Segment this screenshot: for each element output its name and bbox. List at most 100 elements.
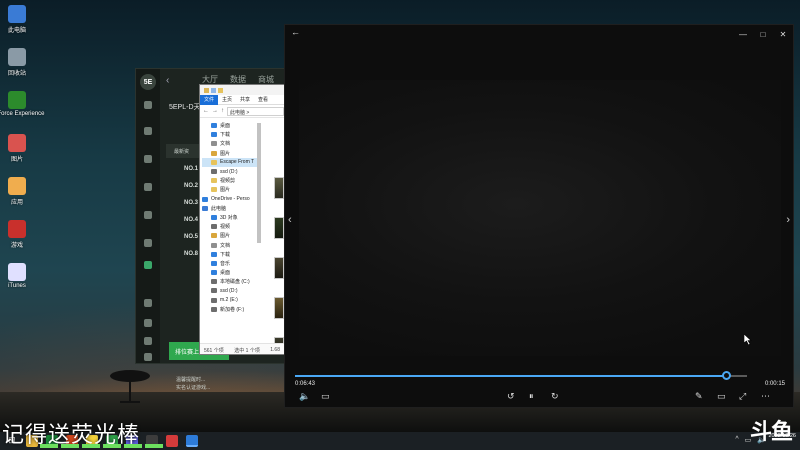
nav-item[interactable]: 视频剪 [202,176,260,185]
maximize-icon[interactable]: □ [753,25,773,43]
file-thumbnail[interactable] [274,217,284,239]
sidebar-home-icon[interactable] [144,101,152,109]
previous-arrow-icon[interactable]: ‹ [288,214,292,226]
folder-icon [211,251,217,257]
video-surface[interactable] [299,80,781,356]
nav-item-label: 3D 对象 [220,214,238,221]
file-thumbnail[interactable] [274,177,284,199]
seek-bar-handle[interactable] [721,371,731,380]
nav-item-label: 桌面 [220,270,231,277]
back-arrow-icon[interactable]: ← [291,27,300,37]
sidebar-wifi-icon[interactable] [144,239,152,247]
desktop-icon[interactable]: GeForce Experience [0,88,45,130]
sidebar-search-icon[interactable] [144,299,152,307]
close-icon[interactable]: ✕ [773,25,793,43]
minimize-icon[interactable]: — [733,25,753,43]
pause-icon[interactable]: ⏸ [529,391,534,402]
nav-item[interactable]: 文档 [202,240,260,249]
desktop-icon[interactable]: 游戏 [2,217,32,259]
sidebar-team-icon[interactable] [144,261,152,269]
fullscreen-icon[interactable]: ⤢ [739,391,746,402]
nav-item-label: Escape From T [220,159,255,166]
sidebar-chart-icon[interactable] [144,155,152,163]
up-arrow-icon[interactable]: ↑ [221,108,224,114]
next-arrow-icon[interactable]: › [786,214,790,226]
nav-item[interactable]: 桌面 [202,268,260,277]
ribbon-tab-view[interactable]: 查看 [254,95,272,105]
nav-item[interactable]: 此电脑 [202,204,260,213]
new-folder-icon[interactable] [218,87,223,93]
tray-chevron-icon[interactable]: ^ [735,436,738,444]
ribbon-tab-share[interactable]: 共享 [236,95,254,105]
seek-bar[interactable] [295,371,747,380]
player-titlebar: ← — □ ✕ [285,25,793,43]
nav-scrollbar[interactable] [257,123,261,243]
nav-item[interactable]: 音乐 [202,259,260,268]
sidebar-cube-icon[interactable] [144,127,152,135]
nav-item-label: 音乐 [220,260,231,267]
volume-icon[interactable]: 🔈 [299,391,310,402]
sidebar-rocket-icon[interactable] [144,211,152,219]
desktop-icon[interactable]: 回收站 [2,45,32,87]
folder-icon [211,288,217,294]
folder-icon [211,306,217,312]
subtitles-icon[interactable]: ▭ [321,391,330,402]
nav-item[interactable]: 文档 [202,139,260,148]
nav-item[interactable]: ssd (D:) [202,286,260,295]
nav-item[interactable]: 3D 对象 [202,213,260,222]
rank-label: NO.2 [184,183,199,189]
sidebar-star-icon[interactable] [144,183,152,191]
item-count: 561 个项目 [204,348,224,354]
folder-icon [202,196,208,202]
file-thumbnail[interactable] [274,257,284,279]
nvidia-icon [8,91,26,109]
folder-icon [211,169,217,175]
nav-item[interactable]: 桌面 [202,121,260,130]
ribbon-tab-home[interactable]: 主页 [218,95,236,105]
desktop-icon[interactable]: iTunes [2,260,32,302]
folder-icon [211,233,217,239]
window-controls: — □ ✕ [733,25,793,43]
nav-item[interactable]: 本地磁盘 (C:) [202,277,260,286]
nav-item[interactable]: 下载 [202,130,260,139]
file-thumbnail[interactable] [274,297,284,319]
rewind-10-icon[interactable]: ↺ [507,391,515,402]
mini-view-icon[interactable]: ▭ [717,391,726,402]
game-sidebar: 5E [136,69,160,363]
sidebar-power-icon[interactable] [144,353,152,361]
desktop-icon-label: 游戏 [10,243,23,249]
folder-icon [211,187,217,193]
back-arrow-icon[interactable]: ← [203,108,209,114]
forward-30-icon[interactable]: ↻ [551,391,559,402]
sidebar-settings-icon[interactable] [144,319,152,327]
desktop-icon[interactable]: 图片 [2,131,32,173]
media-player-window[interactable]: ← — □ ✕ ‹ › 0:06:43 0:00:15 🔈 ▭ ↺ ⏸ ↻ ✎ ▭ ⤢ ⋯ [284,24,794,408]
nav-item[interactable]: 图片 [202,231,260,240]
nav-item-label: 图片 [220,187,231,194]
desktop-icon[interactable]: 此电脑 [2,2,32,44]
nav-item[interactable]: m.2 (E:) [202,296,260,305]
file-explorer-window[interactable]: 文件 主页 共享 查看 ← → ↑ 此电脑 > 桌面 下载 文档 图片 Escape F… [199,84,285,355]
nav-item[interactable]: 图片 [202,149,260,158]
forward-arrow-icon[interactable]: → [212,108,218,114]
ribbon-tab-file[interactable]: 文件 [200,94,219,105]
nav-item[interactable]: ssd (D:) [202,167,260,176]
nav-item[interactable]: 下载 [202,250,260,259]
sidebar-info-icon[interactable] [144,337,152,345]
remaining-time: 0:00:15 [764,381,785,387]
address-input[interactable]: 此电脑 > [227,106,284,116]
nav-item[interactable]: 视频 [202,222,260,231]
folder-icon [211,224,217,230]
desktop-icon[interactable]: 应用 [2,174,32,216]
edit-icon[interactable]: ✎ [695,391,703,402]
desktop-icon-label: 应用 [10,200,23,206]
nav-item[interactable]: Escape From T [202,157,260,167]
nav-item[interactable]: 新加卷 (F:) [202,305,260,314]
ranking-list: NO.1 NO.2 NO.3 NO.4 NO.5 NO.8 [184,166,198,268]
more-icon[interactable]: ⋯ [761,391,770,402]
nav-item-label: 视频剪 [220,178,236,185]
nav-item[interactable]: OneDrive - Perso [202,195,260,204]
properties-icon[interactable] [211,87,216,93]
5e-logo: 5E [140,74,156,90]
nav-item[interactable]: 图片 [202,185,260,194]
